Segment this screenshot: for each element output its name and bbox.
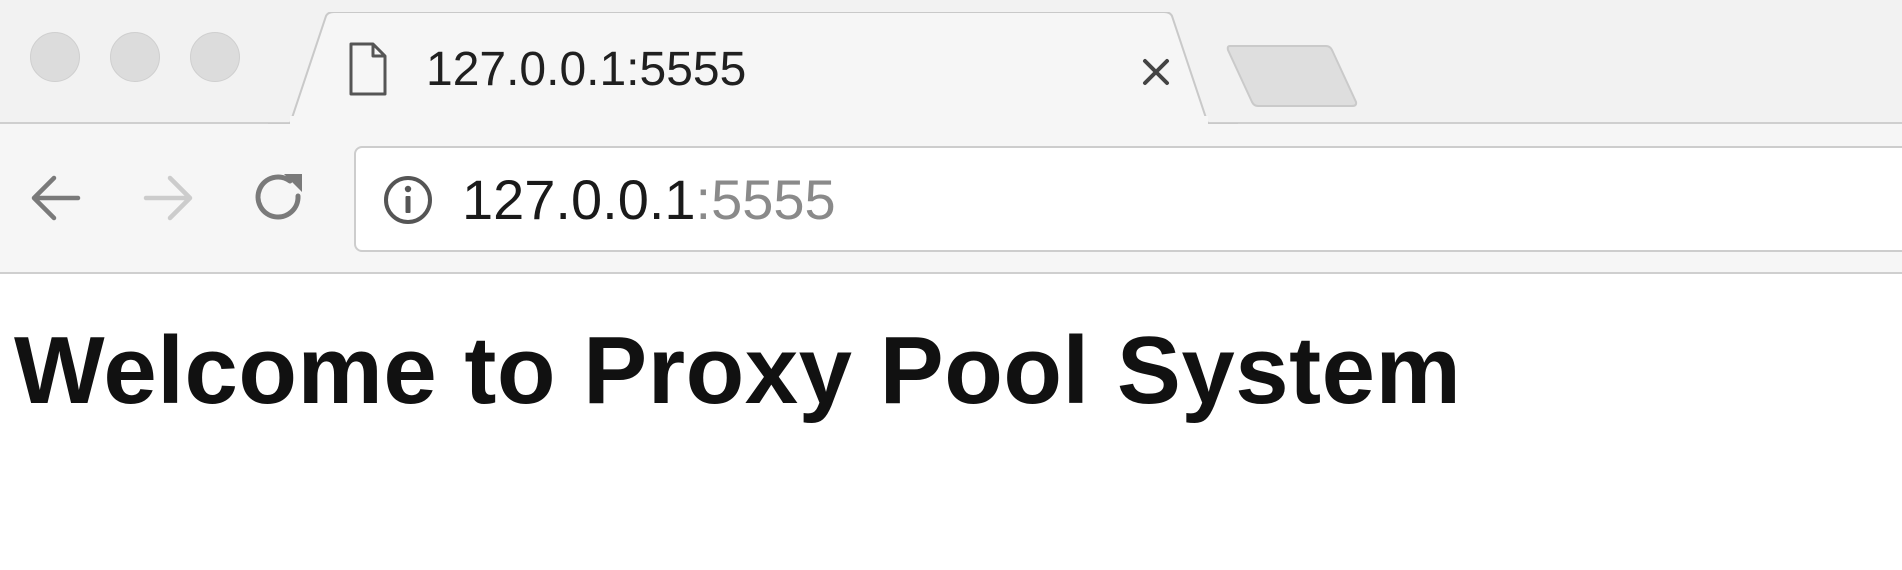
url-port: :5555 [695,168,836,231]
window-minimize-button[interactable] [110,32,160,82]
url-host: 127.0.0.1 [462,168,696,231]
arrow-right-icon[interactable] [136,166,200,230]
new-tab-icon[interactable] [1226,44,1360,108]
info-icon[interactable] [382,174,434,226]
close-icon[interactable] [1136,52,1176,92]
reload-icon[interactable] [248,166,312,230]
document-icon [349,42,387,96]
url-text[interactable]: 127.0.0.1:5555 [462,168,836,232]
window-zoom-button[interactable] [190,32,240,82]
page-heading: Welcome to Proxy Pool System [14,317,1462,424]
tab-title: 127.0.0.1:5555 [426,43,747,96]
active-tab[interactable] [268,12,1238,126]
arrow-left-icon[interactable] [24,166,88,230]
window-close-button[interactable] [30,32,80,82]
browser-window: 127.0.0.1:5555 127.0.0.1:5555 Welcome to… [0,0,1902,570]
